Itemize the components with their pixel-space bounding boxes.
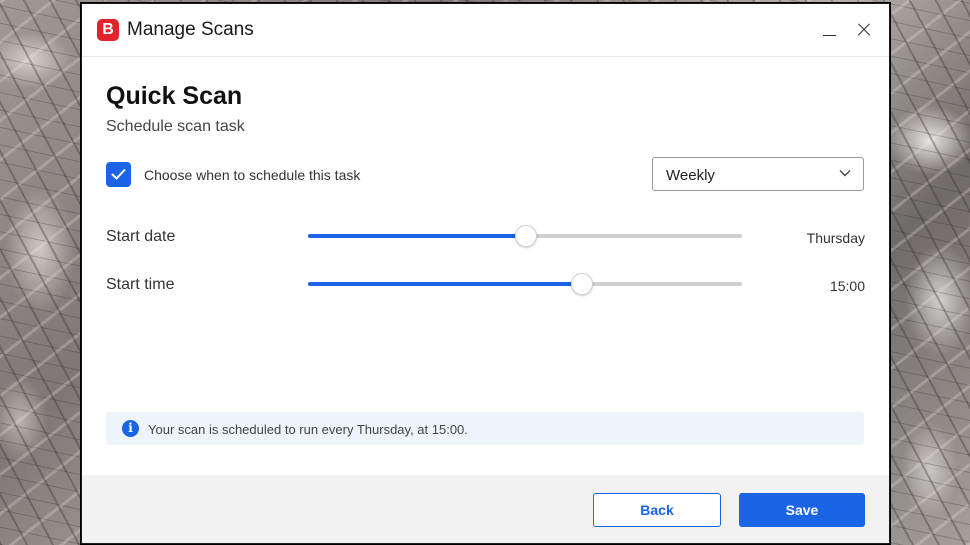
frequency-select-value: Weekly <box>666 167 715 184</box>
chevron-down-icon <box>839 170 851 177</box>
manage-scans-window: B Manage Scans Quick Scan Schedule scan … <box>81 3 890 544</box>
frequency-select[interactable]: Weekly <box>652 157 864 191</box>
start-time-slider-fill <box>308 282 582 286</box>
start-time-label: Start time <box>106 276 175 293</box>
back-button[interactable]: Back <box>593 493 721 527</box>
title-bar: B Manage Scans <box>82 4 889 57</box>
start-time-value: 15:00 <box>829 278 865 294</box>
start-time-slider-thumb[interactable] <box>571 273 594 295</box>
start-date-label: Start date <box>106 228 176 245</box>
start-date-slider[interactable] <box>308 225 742 247</box>
schedule-checkbox[interactable] <box>106 162 131 187</box>
start-time-slider[interactable] <box>308 273 742 295</box>
window-title: Manage Scans <box>127 19 254 40</box>
start-date-slider-fill <box>308 234 525 238</box>
start-date-value: Thursday <box>806 230 865 246</box>
close-button[interactable] <box>849 14 879 44</box>
page-subtitle: Schedule scan task <box>106 118 245 135</box>
schedule-info-text: Your scan is scheduled to run every Thur… <box>148 422 468 437</box>
start-date-slider-thumb[interactable] <box>515 225 537 247</box>
app-logo: B <box>97 19 119 41</box>
schedule-info-banner: i Your scan is scheduled to run every Th… <box>106 412 864 445</box>
checkmark-icon <box>111 168 126 180</box>
page-title: Quick Scan <box>106 82 243 110</box>
info-icon: i <box>122 420 139 437</box>
save-button[interactable]: Save <box>739 493 865 527</box>
dialog-footer: Back Save <box>82 475 889 543</box>
schedule-checkbox-label: Choose when to schedule this task <box>144 167 361 183</box>
minimize-button[interactable] <box>815 14 845 44</box>
